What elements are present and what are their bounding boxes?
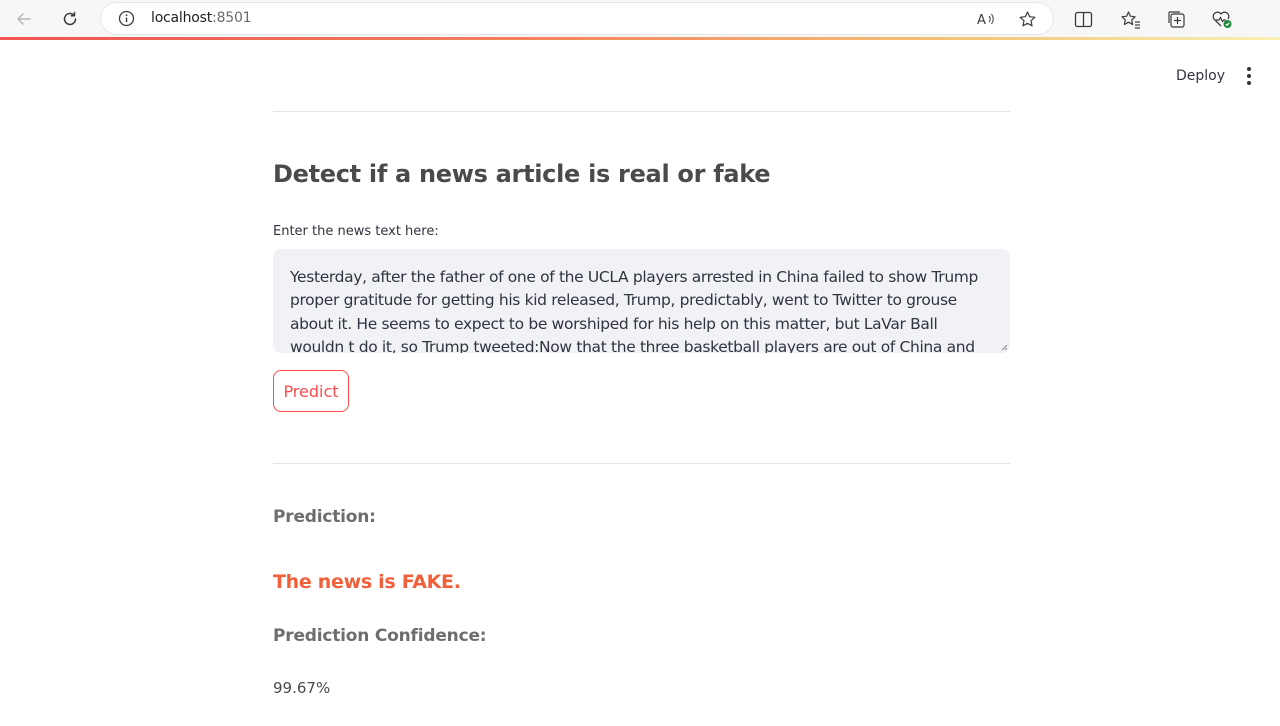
svg-text:A: A <box>977 13 986 28</box>
address-bar[interactable]: localhost:8501 A <box>101 3 1053 34</box>
browser-toolbar: localhost:8501 A <box>0 0 1280 38</box>
prediction-result: The news is FAKE. <box>273 571 461 593</box>
split-screen-icon[interactable] <box>1072 8 1094 30</box>
page-title: Detect if a news article is real or fake <box>273 160 771 188</box>
favorite-star-icon[interactable] <box>1017 9 1037 29</box>
page-load-progress-bar <box>0 37 1280 40</box>
url-text[interactable]: localhost:8501 <box>151 10 252 26</box>
info-icon[interactable] <box>117 9 136 28</box>
prediction-heading: Prediction: <box>273 507 376 527</box>
back-icon[interactable] <box>12 7 36 31</box>
read-aloud-icon[interactable]: A <box>976 9 996 29</box>
deploy-button[interactable]: Deploy <box>1166 62 1235 90</box>
browser-essentials-icon[interactable] <box>1211 8 1233 30</box>
news-input-label: Enter the news text here: <box>273 224 439 239</box>
result-divider <box>273 463 1010 464</box>
url-port: :8501 <box>212 10 252 26</box>
url-host: localhost <box>151 10 213 26</box>
main-menu-icon[interactable] <box>1238 64 1260 88</box>
news-text-value[interactable]: Yesterday, after the father of one of th… <box>290 266 990 353</box>
resize-handle-icon[interactable] <box>1001 344 1008 351</box>
confidence-heading: Prediction Confidence: <box>273 626 487 646</box>
confidence-value: 99.67% <box>273 679 331 697</box>
news-text-area[interactable]: Yesterday, after the father of one of th… <box>273 249 1010 353</box>
refresh-icon[interactable] <box>58 7 82 31</box>
top-divider <box>273 111 1010 112</box>
collections-icon[interactable] <box>1165 8 1187 30</box>
favorites-icon[interactable] <box>1119 8 1141 30</box>
predict-button[interactable]: Predict <box>273 370 349 412</box>
